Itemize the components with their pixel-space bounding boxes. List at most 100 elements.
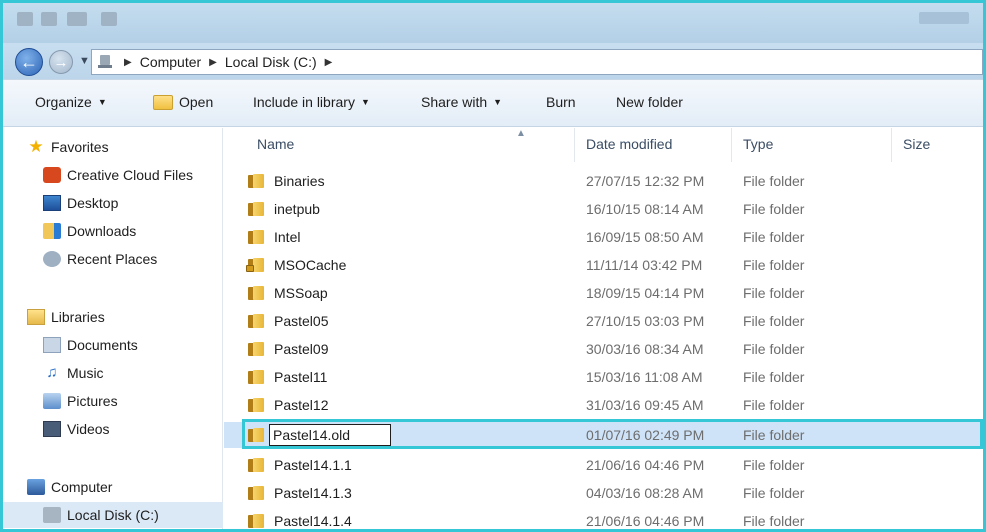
downloads-icon [43, 223, 61, 239]
nav-item-documents[interactable]: Documents [3, 332, 223, 358]
file-name: Pastel14.1.4 [274, 513, 352, 529]
column-divider[interactable] [891, 128, 892, 162]
include-in-library-label: Include in library [253, 94, 355, 110]
table-row[interactable]: Pastel05 27/10/15 03:03 PM File folder [224, 308, 983, 334]
folder-icon [248, 342, 264, 356]
table-row[interactable]: MSSoap 18/09/15 04:14 PM File folder [224, 280, 983, 306]
table-row[interactable]: Pastel14.1.3 04/03/16 08:28 AM File fold… [224, 480, 983, 506]
file-name: Pastel14.1.1 [274, 457, 352, 473]
include-in-library-button[interactable]: Include in library ▼ [253, 94, 370, 110]
file-name: Pastel11 [274, 369, 328, 385]
nav-computer[interactable]: Computer [3, 474, 223, 500]
nav-item-recent-places[interactable]: Recent Places [3, 246, 223, 272]
save-icon[interactable] [41, 12, 57, 26]
table-row[interactable]: Binaries 27/07/15 12:32 PM File folder [224, 168, 983, 194]
file-date: 04/03/16 08:28 AM [586, 485, 704, 501]
nav-item-videos[interactable]: Videos [3, 416, 223, 442]
table-row[interactable]: Pastel14.1.4 21/06/16 04:46 PM File fold… [224, 508, 983, 529]
back-button[interactable]: ← [15, 48, 43, 76]
burn-button[interactable]: Burn [546, 94, 576, 110]
breadcrumb-chevron-icon[interactable]: ▶ [325, 57, 333, 68]
folder-icon [248, 370, 264, 384]
column-header-name[interactable]: Name [257, 136, 294, 152]
folder-open-icon [153, 94, 173, 110]
nav-favorites[interactable]: ★ Favorites [3, 134, 223, 160]
file-type: File folder [743, 457, 805, 473]
column-divider[interactable] [574, 128, 575, 162]
breadcrumb-local-disk[interactable]: Local Disk (C:) [225, 54, 317, 70]
computer-icon [27, 479, 45, 495]
address-bar[interactable]: ▶ Computer ▶ Local Disk (C:) ▶ [91, 49, 983, 75]
table-row[interactable]: Intel 16/09/15 08:50 AM File folder [224, 224, 983, 250]
file-date: 21/06/16 04:46 PM [586, 513, 705, 529]
new-folder-button[interactable]: New folder [616, 94, 683, 110]
table-row[interactable]: inetpub 16/10/15 08:14 AM File folder [224, 196, 983, 222]
file-type: File folder [743, 313, 805, 329]
window-title [919, 12, 969, 24]
star-icon: ★ [28, 137, 44, 156]
recent-places-icon [43, 251, 61, 267]
open-label: Open [179, 94, 214, 110]
file-list: Name ▲ Date modified Type Size Binaries … [224, 128, 983, 529]
documents-icon [43, 337, 61, 353]
sort-ascending-icon: ▲ [516, 128, 526, 139]
nav-item-local-disk[interactable]: Local Disk (C:) [3, 502, 223, 528]
table-row[interactable]: Pastel14.1.1 21/06/16 04:46 PM File fold… [224, 452, 983, 478]
folder-icon [248, 398, 264, 412]
nav-item-creative-cloud-files[interactable]: Creative Cloud Files [3, 162, 223, 188]
undo-icon[interactable] [67, 12, 87, 26]
drive-icon [43, 507, 61, 523]
file-name: inetpub [274, 201, 320, 217]
title-bar [3, 3, 983, 43]
refresh-icon[interactable] [101, 12, 117, 26]
column-divider[interactable] [731, 128, 732, 162]
folder-icon [248, 286, 264, 300]
new-folder-label: New folder [616, 94, 683, 110]
folder-icon [248, 514, 264, 528]
rename-field[interactable] [269, 424, 391, 446]
nav-favorites-label: Favorites [51, 139, 109, 155]
file-type: File folder [743, 397, 805, 413]
share-with-button[interactable]: Share with ▼ [421, 94, 502, 110]
table-row[interactable]: Pastel09 30/03/16 08:34 AM File folder [224, 336, 983, 362]
nav-item-pictures[interactable]: Pictures [3, 388, 223, 414]
nav-item-desktop[interactable]: Desktop [3, 190, 223, 216]
nav-computer-label: Computer [51, 479, 113, 495]
organize-label: Organize [35, 94, 92, 110]
open-button[interactable]: Open [153, 94, 213, 110]
nav-item-label: Documents [67, 337, 138, 353]
nav-item-downloads[interactable]: Downloads [3, 218, 223, 244]
recent-pages-chevron-icon[interactable]: ▼ [79, 55, 90, 67]
column-header-size[interactable]: Size [903, 136, 930, 152]
nav-item-label: Local Disk (C:) [67, 507, 159, 523]
rename-input[interactable] [270, 425, 390, 445]
table-row[interactable]: Pastel12 31/03/16 09:45 AM File folder [224, 392, 983, 418]
file-type: File folder [743, 285, 805, 301]
nav-libraries[interactable]: Libraries [3, 304, 223, 330]
navigation-bar: ← → ▼ ▶ Computer ▶ Local Disk (C:) ▶ [3, 43, 983, 79]
column-header-date-modified[interactable]: Date modified [586, 136, 672, 152]
nav-item-label: Videos [67, 421, 110, 437]
organize-button[interactable]: Organize ▼ [35, 94, 107, 110]
nav-libraries-label: Libraries [51, 309, 105, 325]
file-type: File folder [743, 341, 805, 357]
file-type: File folder [743, 201, 805, 217]
file-date: 15/03/16 11:08 AM [586, 369, 703, 385]
breadcrumb-chevron-icon[interactable]: ▶ [209, 57, 217, 68]
breadcrumb-chevron-icon[interactable]: ▶ [124, 57, 132, 68]
table-row-selected[interactable]: 01/07/16 02:49 PM File folder [224, 422, 983, 448]
file-date: 31/03/16 09:45 AM [586, 397, 704, 413]
explorer-window: ← → ▼ ▶ Computer ▶ Local Disk (C:) ▶ Org… [0, 0, 986, 532]
column-headers: Name ▲ Date modified Type Size [224, 128, 983, 162]
nav-item-label: Downloads [67, 223, 137, 239]
table-row[interactable]: Pastel11 15/03/16 11:08 AM File folder [224, 364, 983, 390]
forward-button[interactable]: → [49, 50, 73, 74]
nav-item-label: Recent Places [67, 251, 158, 267]
column-header-type[interactable]: Type [743, 136, 773, 152]
table-row[interactable]: MSOCache 11/11/14 03:42 PM File folder [224, 252, 983, 278]
file-name: Pastel09 [274, 341, 329, 357]
file-name: Binaries [274, 173, 325, 189]
folder-icon [248, 174, 264, 188]
nav-item-music[interactable]: ♫ Music [3, 360, 223, 386]
breadcrumb-computer[interactable]: Computer [140, 54, 201, 70]
